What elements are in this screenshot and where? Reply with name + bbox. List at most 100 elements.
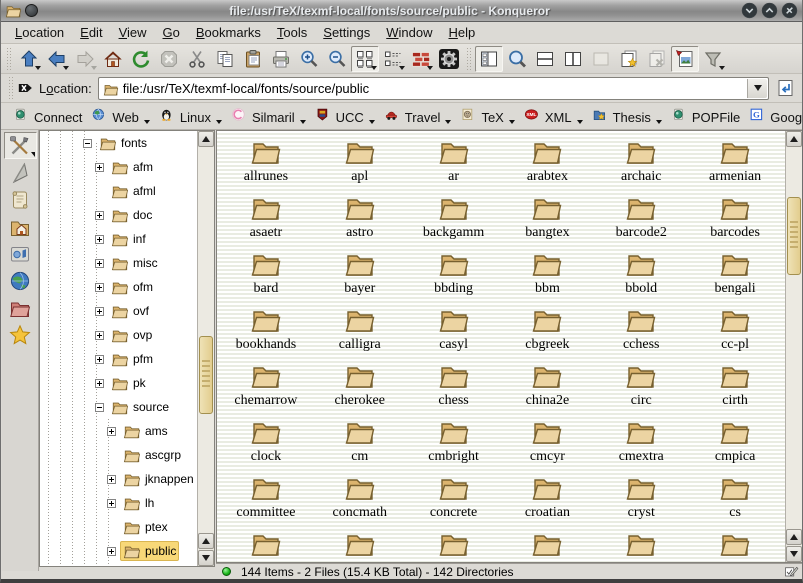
bookmark-travel[interactable]: Travel xyxy=(380,106,457,127)
tree-item-ams[interactable]: ams xyxy=(40,419,197,443)
expand-icon[interactable] xyxy=(95,283,104,292)
main-scroll-up-button[interactable] xyxy=(786,131,802,147)
tree-item-pk[interactable]: pk xyxy=(40,371,197,395)
folder-partial[interactable] xyxy=(501,527,595,563)
cut-button[interactable] xyxy=(183,46,211,72)
zoom-in-button[interactable] xyxy=(295,46,323,72)
folder-bbm[interactable]: bbm xyxy=(501,247,595,303)
root-folder-tab-button[interactable] xyxy=(4,294,37,321)
menu-location[interactable]: Location xyxy=(7,23,72,42)
tree-item-afm[interactable]: afm xyxy=(40,155,197,179)
tree-item-body[interactable]: pfm xyxy=(108,349,156,369)
tree-scrollbar[interactable] xyxy=(197,131,214,566)
paste-button[interactable] xyxy=(239,46,267,72)
clear-location-button[interactable] xyxy=(17,79,35,97)
tree-item-body[interactable]: ovf xyxy=(108,301,152,321)
toolbar-handle[interactable] xyxy=(466,48,472,70)
folder-archaic[interactable]: archaic xyxy=(594,135,688,191)
copy-button[interactable] xyxy=(211,46,239,72)
folder-backgamm[interactable]: backgamm xyxy=(407,191,501,247)
expand-icon[interactable] xyxy=(107,427,116,436)
tree-item-body[interactable]: afm xyxy=(108,157,156,177)
folder-chess[interactable]: chess xyxy=(407,359,501,415)
tree-item-body[interactable]: ovp xyxy=(108,325,155,345)
tree-scroll-up-button-2[interactable] xyxy=(198,533,214,549)
folder-calligra[interactable]: calligra xyxy=(313,303,407,359)
tree-item-public[interactable]: public xyxy=(40,539,197,563)
location-dropdown-button[interactable] xyxy=(747,79,767,98)
menu-window[interactable]: Window xyxy=(378,23,440,42)
reload-button[interactable] xyxy=(127,46,155,72)
folder-cryst[interactable]: cryst xyxy=(594,471,688,527)
tree-item-body[interactable]: pk xyxy=(108,373,149,393)
main-scroll-down-button[interactable] xyxy=(786,546,802,562)
folder-circ[interactable]: circ xyxy=(594,359,688,415)
services-tab-button[interactable] xyxy=(4,240,37,267)
list-view-button[interactable] xyxy=(379,46,407,72)
tree-item-doc[interactable]: doc xyxy=(40,203,197,227)
bookmark-ucc[interactable]: UCC xyxy=(311,106,380,127)
show-sidebar-button[interactable] xyxy=(475,46,503,72)
tree-item-body[interactable]: misc xyxy=(108,253,161,273)
up-button[interactable] xyxy=(15,46,43,72)
tree-item-pfm[interactable]: pfm xyxy=(40,347,197,371)
folder-chemarrow[interactable]: chemarrow xyxy=(219,359,313,415)
folder-cmcyr[interactable]: cmcyr xyxy=(501,415,595,471)
folder-cirth[interactable]: cirth xyxy=(688,359,782,415)
tree-item-ovp[interactable]: ovp xyxy=(40,323,197,347)
bookmark-web[interactable]: Web xyxy=(87,106,155,127)
expand-icon[interactable] xyxy=(95,163,104,172)
tree-item-body[interactable]: ascgrp xyxy=(120,445,184,465)
menu-edit[interactable]: Edit xyxy=(72,23,110,42)
icon-view-button[interactable] xyxy=(351,46,379,72)
main-scroll-up-button-2[interactable] xyxy=(786,529,802,545)
folder-partial[interactable] xyxy=(594,527,688,563)
folder-bayer[interactable]: bayer xyxy=(313,247,407,303)
folder-bangtex[interactable]: bangtex xyxy=(501,191,595,247)
expand-icon[interactable] xyxy=(95,355,104,364)
tree-scroll-up-button[interactable] xyxy=(198,131,214,147)
statusbar-settings-icon[interactable] xyxy=(784,564,799,579)
tree-scrollbar-thumb[interactable] xyxy=(199,336,213,414)
bookmark-connect[interactable]: Connect xyxy=(9,106,87,127)
menu-go[interactable]: Go xyxy=(155,23,188,42)
tree-item-body[interactable]: jknappen xyxy=(120,469,197,489)
tree-item-body[interactable]: ptex xyxy=(120,517,171,537)
folder-cs[interactable]: cs xyxy=(688,471,782,527)
expand-icon[interactable] xyxy=(95,307,104,316)
bookmark-google[interactable]: GGoogle xyxy=(745,106,803,127)
folder-partial[interactable] xyxy=(219,527,313,563)
folder-cbgreek[interactable]: cbgreek xyxy=(501,303,595,359)
expand-icon[interactable] xyxy=(95,235,104,244)
close-button[interactable] xyxy=(781,2,798,19)
tree-item-body[interactable]: ams xyxy=(120,421,171,441)
tree-item-afml[interactable]: afml xyxy=(40,179,197,203)
menu-view[interactable]: View xyxy=(111,23,155,42)
folder-croatian[interactable]: croatian xyxy=(501,471,595,527)
folder-cmpica[interactable]: cmpica xyxy=(688,415,782,471)
expand-icon[interactable] xyxy=(107,499,116,508)
minimize-button[interactable] xyxy=(741,2,758,19)
tree-item-body[interactable]: lh xyxy=(120,493,157,513)
tree-item-jknappen[interactable]: jknappen xyxy=(40,467,197,491)
folder-cchess[interactable]: cchess xyxy=(594,303,688,359)
network-tab-button[interactable] xyxy=(4,267,37,294)
folder-astro[interactable]: astro xyxy=(313,191,407,247)
folder-china2e[interactable]: china2e xyxy=(501,359,595,415)
bookmark-xml[interactable]: XMLXML xyxy=(520,106,588,127)
folder-partial[interactable] xyxy=(313,527,407,563)
folder-apl[interactable]: apl xyxy=(313,135,407,191)
home-button[interactable] xyxy=(99,46,127,72)
maximize-button[interactable] xyxy=(761,2,778,19)
expand-icon[interactable] xyxy=(95,379,104,388)
folder-armenian[interactable]: armenian xyxy=(688,135,782,191)
tree-item-ascgrp[interactable]: ascgrp xyxy=(40,443,197,467)
filter-button[interactable] xyxy=(699,46,727,72)
bricks-view-button[interactable] xyxy=(407,46,435,72)
tree-item-body[interactable]: afml xyxy=(108,181,159,201)
location-combobox[interactable] xyxy=(98,77,769,100)
folder-committee[interactable]: committee xyxy=(219,471,313,527)
folder-bard[interactable]: bard xyxy=(219,247,313,303)
tree-item-source[interactable]: source xyxy=(40,395,197,419)
tree-item-body[interactable]: source xyxy=(108,397,172,417)
